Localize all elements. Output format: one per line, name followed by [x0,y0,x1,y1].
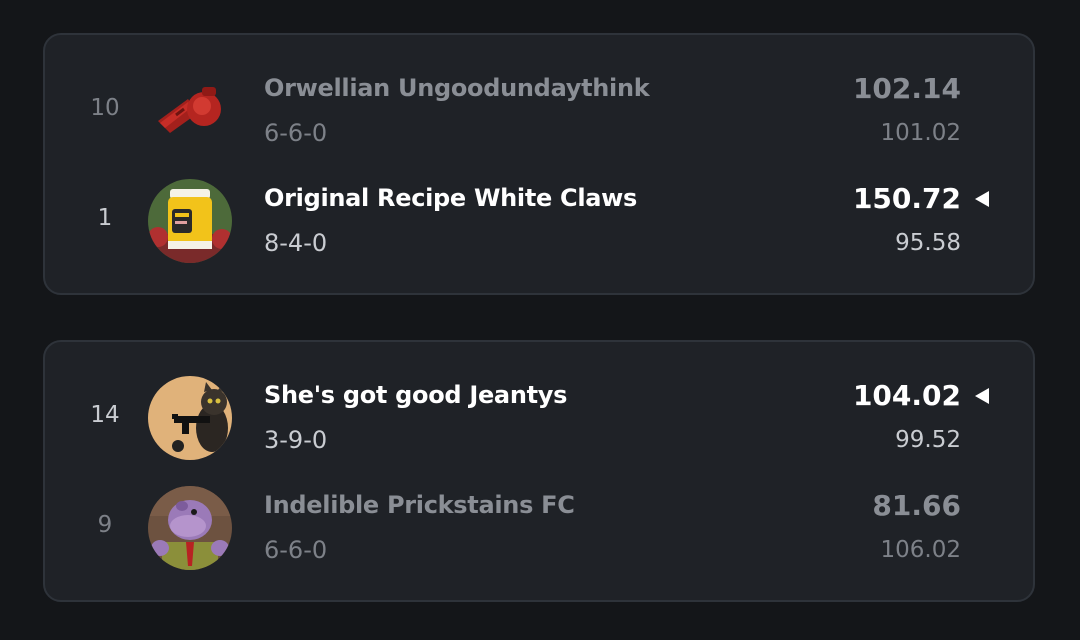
cartoon-hippo-avatar [148,486,232,570]
team-row[interactable]: 9 Indelible Prickstains FC 6-6-0 81.66 1… [45,474,1033,584]
team-name[interactable]: Indelible Prickstains FC [264,488,575,522]
projected-score: 106.02 [880,537,961,563]
projected-score: 95.58 [895,230,961,256]
team-name[interactable]: Original Recipe White Claws [264,181,637,215]
team-name[interactable]: Orwellian Ungoodundaythink [264,71,650,105]
team-score: 81.66 [872,489,961,522]
team-row[interactable]: 1 Original Recipe White Claws 8-4-0 150.… [45,167,1033,277]
team-score: 150.72 [852,182,961,215]
team-row[interactable]: 10 Orwellian Ungoodundaythink 6-6-0 102.… [45,57,1033,167]
matchup-card[interactable]: 14 She's got good Jeantys 3-9-0 104.02 9… [43,340,1035,602]
team-seed: 9 [97,512,113,538]
team-seed: 10 [90,95,120,121]
winner-arrow-icon [975,191,989,207]
team-record: 6-6-0 [264,536,328,564]
winner-arrow-icon [975,388,989,404]
team-score: 102.14 [852,72,961,105]
team-seed: 14 [90,402,120,428]
red-whistle-icon [148,69,232,153]
projected-score: 101.02 [880,120,961,146]
cat-with-gun-avatar [148,376,232,460]
team-score: 104.02 [852,379,961,412]
team-name[interactable]: She's got good Jeantys [264,378,567,412]
projected-score: 99.52 [895,427,961,453]
team-record: 6-6-0 [264,119,328,147]
mayo-jar-avatar [148,179,232,263]
team-record: 8-4-0 [264,229,328,257]
team-seed: 1 [97,205,113,231]
matchup-card[interactable]: 10 Orwellian Ungoodundaythink 6-6-0 102.… [43,33,1035,295]
team-row[interactable]: 14 She's got good Jeantys 3-9-0 104.02 9… [45,364,1033,474]
team-record: 3-9-0 [264,426,328,454]
